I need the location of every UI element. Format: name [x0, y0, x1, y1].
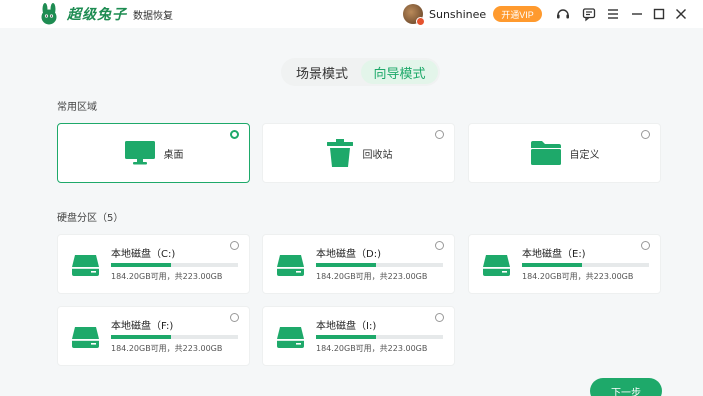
drive-usage-bar	[111, 263, 238, 267]
close-icon[interactable]	[672, 5, 690, 23]
drive-usage-bar	[111, 335, 238, 339]
drive-name: 本地磁盘（F:)	[111, 321, 174, 332]
app-subtitle: 数据恢复	[133, 10, 173, 22]
location-desktop-card[interactable]: 桌面	[57, 123, 250, 183]
drive-card-c[interactable]: 本地磁盘（C:) 184.20GB可用，共223.00GB	[57, 234, 250, 294]
brand-name: 超级兔子	[67, 7, 127, 23]
drive-card-d[interactable]: 本地磁盘（D:) 184.20GB可用，共223.00GB	[262, 234, 455, 294]
drive-card-i[interactable]: 本地磁盘（I:) 184.20GB可用，共223.00GB	[262, 306, 455, 366]
drive-usage-fill	[316, 335, 376, 339]
username[interactable]: Sunshinee	[429, 8, 486, 21]
mode-toggle: 场景模式 向导模式	[281, 58, 440, 86]
drive-name: 本地磁盘（C:)	[111, 249, 176, 260]
rabbit-logo-icon	[41, 3, 57, 25]
drive-size-text: 184.20GB可用，共223.00GB	[522, 272, 634, 281]
chat-icon[interactable]	[580, 5, 598, 23]
drive-usage-bar	[316, 263, 443, 267]
radio-button[interactable]	[641, 130, 650, 139]
drive-card-f[interactable]: 本地磁盘（F:) 184.20GB可用，共223.00GB	[57, 306, 250, 366]
radio-button[interactable]	[230, 241, 239, 250]
radio-button[interactable]	[230, 313, 239, 322]
minimize-icon[interactable]	[628, 5, 646, 23]
open-vip-button[interactable]: 开通VIP	[493, 6, 542, 22]
title-bar: 超级兔子 数据恢复 Sunshinee 开通VIP	[0, 0, 703, 28]
drive-size-text: 184.20GB可用，共223.00GB	[111, 272, 223, 281]
drive-usage-fill	[316, 263, 376, 267]
drive-usage-fill	[111, 263, 171, 267]
location-label: 自定义	[569, 149, 600, 161]
drive-usage-bar	[316, 335, 443, 339]
drive-size-text: 184.20GB可用，共223.00GB	[111, 344, 223, 353]
next-step-button[interactable]: 下一步	[590, 378, 662, 396]
support-icon[interactable]	[554, 5, 572, 23]
hard-drive-icon	[72, 255, 99, 276]
location-recycle-bin-card[interactable]: 回收站	[262, 123, 455, 183]
radio-button[interactable]	[641, 241, 650, 250]
drive-name: 本地磁盘（D:)	[316, 249, 381, 260]
hard-drive-icon	[277, 327, 304, 348]
location-label: 回收站	[362, 149, 393, 161]
radio-button[interactable]	[435, 130, 444, 139]
partitions-title: 硬盘分区（5）	[57, 213, 124, 224]
drive-size-text: 184.20GB可用，共223.00GB	[316, 272, 428, 281]
drive-name: 本地磁盘（I:)	[316, 321, 377, 332]
user-profile[interactable]: Sunshinee	[403, 4, 486, 26]
common-locations-title: 常用区域	[57, 102, 97, 113]
drive-card-e[interactable]: 本地磁盘（E:) 184.20GB可用，共223.00GB	[468, 234, 661, 294]
radio-button[interactable]	[435, 313, 444, 322]
hard-drive-icon	[277, 255, 304, 276]
location-custom-card[interactable]: 自定义	[468, 123, 661, 183]
app-logo: 超级兔子 数据恢复	[37, 3, 173, 25]
drive-usage-fill	[111, 335, 171, 339]
drive-name: 本地磁盘（E:)	[522, 249, 586, 260]
tab-scene-mode[interactable]: 场景模式	[283, 60, 361, 84]
hard-drive-icon	[483, 255, 510, 276]
drive-usage-fill	[522, 263, 582, 267]
menu-icon[interactable]	[604, 5, 622, 23]
hard-drive-icon	[72, 327, 99, 348]
vip-badge-icon	[416, 17, 425, 26]
monitor-icon	[124, 141, 155, 165]
maximize-icon[interactable]	[650, 5, 668, 23]
folder-icon	[530, 141, 561, 165]
radio-button[interactable]	[435, 241, 444, 250]
trash-icon	[326, 139, 353, 167]
avatar[interactable]	[403, 4, 425, 26]
radio-button[interactable]	[230, 130, 239, 139]
drive-size-text: 184.20GB可用，共223.00GB	[316, 344, 428, 353]
drive-usage-bar	[522, 263, 649, 267]
tab-wizard-mode[interactable]: 向导模式	[361, 60, 438, 84]
location-label: 桌面	[163, 149, 184, 161]
